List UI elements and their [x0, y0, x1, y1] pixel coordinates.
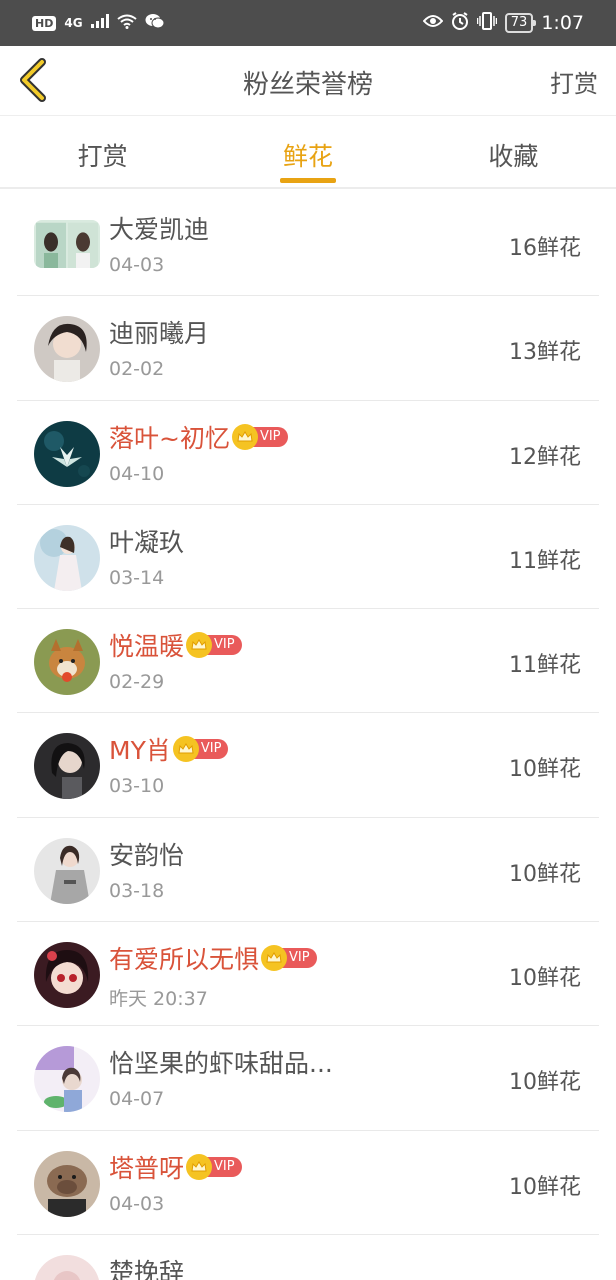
fan-date: 03-18	[109, 879, 165, 902]
avatar	[34, 733, 100, 800]
flower-count: 10鲜花	[509, 861, 581, 887]
tab-bar: 打赏 鲜花 收藏	[0, 117, 616, 189]
list-item[interactable]: 悦温暖 VIP 02-29 11鲜花	[17, 609, 599, 714]
fan-name: MY肖	[109, 736, 171, 766]
list-item[interactable]: 有爱所以无惧 VIP 昨天 20:37 10鲜花	[17, 922, 599, 1027]
avatar	[34, 316, 100, 383]
avatar	[34, 220, 100, 268]
fan-name: 安韵怡	[109, 840, 185, 870]
avatar	[34, 1150, 100, 1217]
app-header: 粉丝荣誉榜 打赏	[0, 46, 616, 116]
fan-name: 迪丽曦月	[109, 319, 210, 349]
chevron-left-icon	[20, 58, 46, 102]
fan-name: 叶凝玖	[109, 527, 185, 557]
avatar	[34, 1046, 100, 1113]
tab-favorites[interactable]: 收藏	[411, 117, 616, 187]
alarm-icon	[451, 12, 469, 34]
list-item[interactable]: 塔普呀 VIP 04-03 10鲜花	[17, 1131, 599, 1235]
fan-name: 悦温暖	[109, 632, 185, 662]
fan-date: 昨天 20:37	[109, 988, 208, 1011]
page-title: 粉丝荣誉榜	[242, 70, 373, 100]
clock: 1:07	[541, 12, 584, 34]
vip-badge: VIP	[261, 945, 317, 972]
crown-icon	[186, 1153, 213, 1180]
tab-flowers[interactable]: 鲜花	[205, 117, 410, 187]
fan-name: 有爱所以无惧	[109, 945, 260, 975]
network-type: 4G	[64, 16, 83, 30]
fan-date: 02-29	[109, 671, 165, 694]
fan-ranking-list: 大爱凯迪 04-03 16鲜花 迪丽曦月 02-02 13鲜花 落叶~初忆 VI…	[17, 192, 599, 1280]
fan-date: 04-10	[109, 462, 165, 485]
fan-date: 04-07	[109, 1088, 165, 1111]
avatar	[34, 942, 100, 1009]
fan-name: 恰坚果的虾味甜品...	[109, 1049, 333, 1079]
status-bar: HD 4G 73 1:07	[0, 0, 616, 46]
list-item[interactable]: 大爱凯迪 04-03 16鲜花	[17, 192, 599, 297]
avatar	[34, 524, 100, 591]
flower-count: 12鲜花	[509, 444, 581, 470]
vibrate-icon	[476, 12, 498, 34]
list-item[interactable]: 迪丽曦月 02-02 13鲜花	[17, 296, 599, 401]
fan-date: 03-14	[109, 566, 165, 589]
flower-count: 13鲜花	[509, 340, 581, 366]
back-button[interactable]	[16, 58, 52, 102]
list-item[interactable]: MY肖 VIP 03-10 10鲜花	[17, 713, 599, 818]
flower-count: 10鲜花	[509, 1070, 581, 1096]
vip-badge: VIP	[172, 736, 229, 763]
list-item[interactable]: 楚挽辞	[17, 1235, 599, 1280]
tab-label: 收藏	[488, 142, 539, 171]
flower-count: 10鲜花	[509, 966, 581, 992]
flower-count: 10鲜花	[509, 757, 581, 783]
flower-count: 10鲜花	[509, 1174, 581, 1200]
crown-icon	[261, 945, 288, 972]
fan-name: 楚挽辞	[109, 1257, 185, 1280]
tab-label: 打赏	[77, 142, 128, 171]
flower-count: 11鲜花	[509, 548, 581, 574]
tab-active-indicator	[279, 178, 336, 183]
battery-icon: 73	[504, 13, 536, 33]
status-bar-right: 73 1:07	[422, 12, 584, 34]
avatar	[34, 629, 100, 696]
fan-date: 04-03	[109, 254, 165, 276]
list-item[interactable]: 落叶~初忆 VIP 04-10 12鲜花	[17, 401, 599, 505]
list-item[interactable]: 恰坚果的虾味甜品... 04-07 10鲜花	[17, 1026, 599, 1131]
crown-icon	[231, 423, 258, 450]
fan-name: 大爱凯迪	[109, 215, 210, 244]
flower-count: 11鲜花	[509, 653, 581, 679]
flower-count: 16鲜花	[509, 236, 581, 261]
tip-button[interactable]: 打赏	[550, 64, 598, 99]
wechat-icon	[145, 13, 165, 33]
status-bar-left: HD 4G	[32, 13, 165, 33]
vip-badge: VIP	[231, 423, 288, 450]
vip-badge: VIP	[186, 632, 242, 659]
avatar	[34, 837, 100, 904]
fan-name: 落叶~初忆	[109, 423, 230, 453]
avatar	[34, 420, 100, 487]
wifi-icon	[116, 14, 137, 33]
list-item[interactable]: 叶凝玖 03-14 11鲜花	[17, 505, 599, 610]
tab-tips[interactable]: 打赏	[0, 117, 205, 187]
vip-badge: VIP	[186, 1153, 242, 1180]
list-item[interactable]: 安韵怡 03-18 10鲜花	[17, 818, 599, 923]
fan-date: 04-03	[109, 1192, 165, 1215]
signal-icon	[90, 14, 109, 32]
eye-icon	[422, 14, 444, 32]
tab-label: 鲜花	[282, 142, 333, 171]
fan-date: 02-02	[109, 358, 165, 381]
fan-date: 03-10	[109, 775, 165, 798]
avatar	[34, 1254, 100, 1280]
hd-indicator: HD	[32, 15, 57, 31]
fan-name: 塔普呀	[109, 1153, 185, 1183]
